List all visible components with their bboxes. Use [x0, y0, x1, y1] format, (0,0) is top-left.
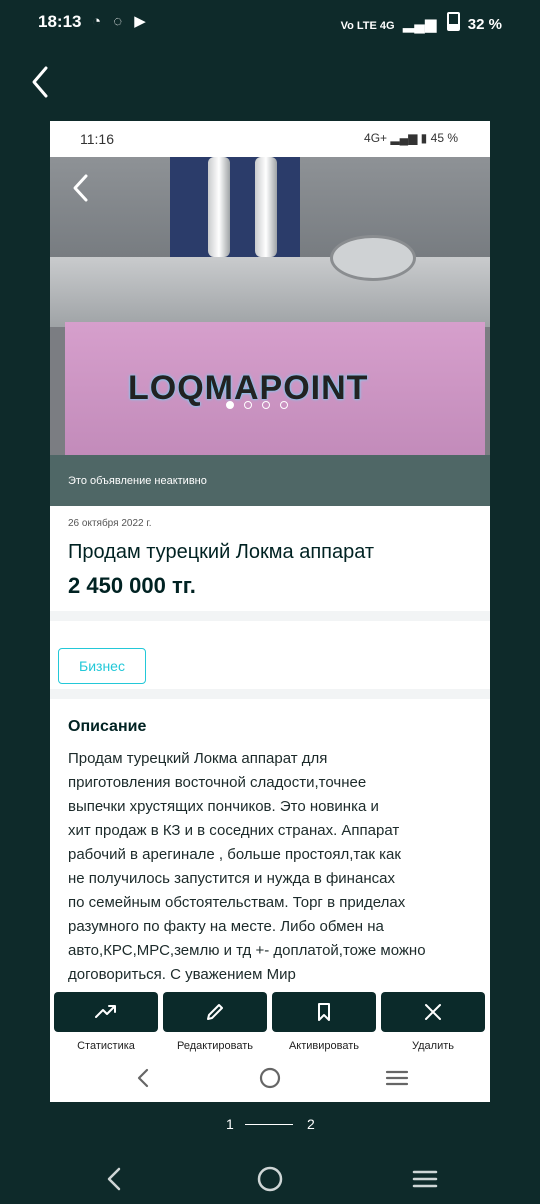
inner-menu-nav: [382, 1063, 412, 1093]
signal-icon: ▂▄▆: [402, 16, 437, 33]
inner-signal-icon: ▂▄▆ ▮: [390, 131, 428, 145]
pager-divider: [245, 1124, 293, 1125]
trending-up-icon: [95, 1005, 116, 1018]
statistics-button[interactable]: [54, 992, 158, 1032]
status-right: Vo LTE 4G ▂▄▆ 32 %: [341, 12, 502, 33]
edit-button[interactable]: [163, 992, 267, 1032]
back-button[interactable]: [24, 64, 60, 100]
carousel-dot[interactable]: [226, 401, 234, 409]
menu-icon: [412, 1170, 438, 1188]
description-line: не получилось запустится и нужда в финан…: [68, 870, 395, 887]
inactive-notice-banner: Это объявление неактивно: [50, 455, 490, 506]
inner-back-nav: [128, 1063, 158, 1093]
description-line: рабочий в арегинале , больше простоял,та…: [68, 846, 401, 863]
description-line: по семейным обстоятельствам. Торг в прид…: [68, 894, 406, 911]
menu-icon: [385, 1070, 409, 1086]
description-line: авто,КРС,МРС,землю и тд +- доплатой,тоже…: [68, 942, 426, 959]
chevron-left-icon: [107, 1167, 121, 1191]
description-line: разумного по факту на месте. Либо обмен …: [68, 918, 384, 935]
listing-price: 2 450 000 тг.: [68, 573, 196, 598]
description-line: хит продаж в КЗ и в соседних странах. Ап…: [68, 822, 400, 839]
circle-icon: [259, 1067, 281, 1089]
delete-label: Удалить: [412, 1040, 454, 1052]
status-time: 18:13: [38, 12, 82, 31]
battery-level: 32 %: [467, 16, 502, 33]
image-pager: 1 2: [226, 1116, 326, 1134]
description-line: Продам турецкий Локма аппарат для: [68, 750, 328, 767]
activate-button[interactable]: [272, 992, 376, 1032]
description-line: выпечки хрустящих пончиков. Это новинка …: [68, 798, 379, 815]
pager-current: 1: [226, 1116, 234, 1132]
system-recents-button[interactable]: [408, 1162, 442, 1196]
carousel-dot[interactable]: [280, 401, 288, 409]
pager-total: 2: [307, 1116, 315, 1132]
statistics-label: Статистика: [77, 1040, 135, 1052]
divider: [50, 689, 490, 699]
inner-battery-level: 45 %: [430, 131, 458, 145]
description-heading: Описание: [68, 718, 147, 735]
chevron-left-icon: [73, 174, 88, 202]
notification-icons: ◔ ◌ ▶: [92, 13, 150, 30]
photo-back-button[interactable]: [68, 173, 94, 203]
category-tag[interactable]: Бизнес: [58, 648, 146, 684]
inner-network: 4G+: [364, 131, 388, 145]
listing-photo[interactable]: LOQMAPOINT: [50, 157, 490, 455]
inactive-notice-text: Это объявление неактивно: [68, 475, 207, 487]
inner-navigation-bar: [50, 1059, 490, 1102]
listing-date: 26 октября 2022 г.: [68, 518, 152, 529]
inner-home-nav: [255, 1063, 285, 1093]
circle-icon: [257, 1166, 283, 1192]
carousel-indicator: [226, 401, 288, 409]
chevron-left-icon: [32, 66, 48, 98]
inner-status-bar: 11:16 4G+ ▂▄▆ ▮ 45 %: [50, 121, 490, 157]
system-navigation-bar: [0, 1150, 540, 1204]
status-bar: 18:13 ◔ ◌ ▶ Vo LTE 4G ▂▄▆ 32 %: [0, 0, 540, 44]
carousel-dot[interactable]: [244, 401, 252, 409]
bookmark-icon: [318, 1003, 330, 1021]
screenshot-viewer: 11:16 4G+ ▂▄▆ ▮ 45 % LOQMAPOINT Это объя…: [50, 121, 490, 1102]
description-line: приготовления восточной сладости,точнее: [68, 774, 367, 791]
inner-status-time: 11:16: [80, 131, 114, 147]
chevron-left-icon: [137, 1068, 149, 1088]
description-text: Продам турецкий Локма аппарат для пригот…: [68, 747, 468, 987]
system-home-button[interactable]: [253, 1162, 287, 1196]
battery-icon: [446, 12, 460, 31]
carousel-dot[interactable]: [262, 401, 270, 409]
listing-title: Продам турецкий Локма аппарат: [68, 541, 375, 563]
pencil-icon: [207, 1004, 223, 1020]
network-indicator: Vo LTE 4G: [340, 20, 395, 32]
close-icon: [425, 1004, 441, 1020]
delete-button[interactable]: [381, 992, 485, 1032]
system-back-button[interactable]: [97, 1162, 131, 1196]
inner-status-right: 4G+ ▂▄▆ ▮ 45 %: [364, 131, 458, 145]
description-line: договориться. С уважением Мир: [68, 966, 296, 983]
divider: [50, 611, 490, 621]
edit-label: Редактировать: [177, 1040, 253, 1052]
activate-label: Активировать: [288, 1040, 360, 1052]
